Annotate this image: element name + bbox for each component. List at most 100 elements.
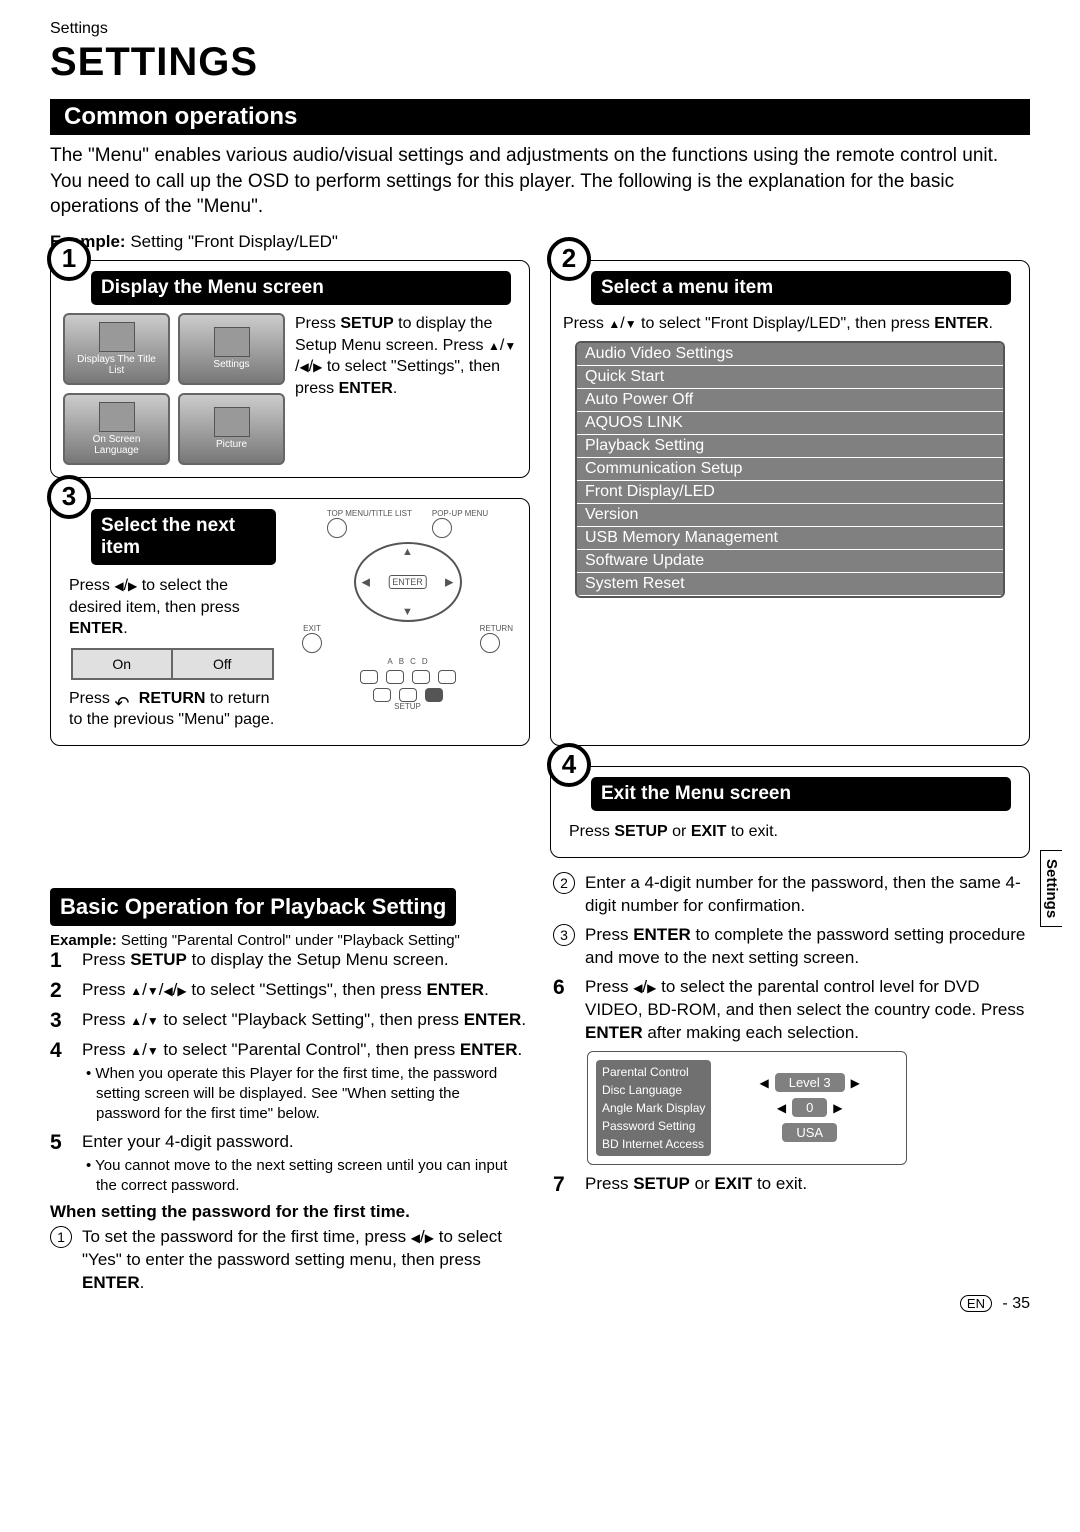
basic-operation-title: Basic Operation for Playback Setting	[50, 888, 456, 926]
page-title: SETTINGS	[50, 40, 1030, 85]
step-4-number: 4	[547, 743, 591, 787]
step-1-instruction: Press SETUP to display the Setup Menu sc…	[295, 313, 517, 465]
btn-row2-1[interactable]	[373, 688, 391, 702]
step-2-title: Select a menu item	[591, 271, 1011, 305]
parental-control-panel: Parental ControlDisc LanguageAngle Mark …	[587, 1051, 907, 1165]
side-tab-settings: Settings	[1040, 850, 1062, 927]
menu-icon-picture[interactable]: Picture	[178, 393, 285, 465]
settings-list-item[interactable]: Quick Start	[577, 366, 1003, 389]
parental-num-row[interactable]: 0	[777, 1098, 843, 1117]
step-3-instr-2: Press RETURN to return to the previous "…	[63, 686, 282, 733]
when-first-time-heading: When setting the password for the first …	[50, 1202, 527, 1222]
example-line: Example: Setting "Front Display/LED"	[50, 232, 1030, 252]
basic-example-label: Example:	[50, 932, 117, 949]
parental-menu-item[interactable]: Parental Control	[602, 1063, 705, 1081]
remote-label-a: A	[387, 657, 392, 666]
settings-list-item[interactable]: Communication Setup	[577, 458, 1003, 481]
btn-return[interactable]	[480, 633, 500, 653]
step-2-instruction: Press / to select "Front Display/LED", t…	[563, 313, 1017, 335]
basic-step-3: 3 Press / to select "Playback Setting", …	[50, 1009, 527, 1033]
settings-list-item[interactable]: System Reset	[577, 573, 1003, 596]
settings-list-item[interactable]: Audio Video Settings	[577, 343, 1003, 366]
menu-icon-title-list[interactable]: Displays The Title List	[63, 313, 170, 385]
level-right-icon	[851, 1075, 860, 1090]
intro-text: The "Menu" enables various audio/visual …	[50, 143, 1030, 220]
remote-label-c: C	[410, 657, 416, 666]
on-option[interactable]: On	[71, 648, 173, 680]
btn-exit[interactable]	[302, 633, 322, 653]
step-1-box: 1 Display the Menu screen Displays The T…	[50, 260, 530, 478]
btn-color-d[interactable]	[438, 670, 456, 684]
icon-cap-a: Displays The Title List	[69, 354, 164, 376]
menu-icon-settings[interactable]: Settings	[178, 313, 285, 385]
btn-popup-menu[interactable]	[432, 518, 452, 538]
parental-level-value: Level 3	[775, 1073, 845, 1092]
basic-example-line: Example: Setting "Parental Control" unde…	[50, 932, 527, 949]
remote-dpad[interactable]: ▲ ▼ ◀ ▶ ENTER	[354, 542, 462, 622]
icon-cap-d: Picture	[216, 439, 247, 450]
basic-step-4: 4 Press / to select "Parental Control", …	[50, 1039, 527, 1125]
basic-step-5: 5 Enter your 4-digit password. You canno…	[50, 1131, 527, 1196]
remote-diagram: TOP MENU/TITLE LIST POP-UP MENU ▲ ▼ ◀ ▶ …	[298, 509, 517, 733]
basic-step-6: 6 Press / to select the parental control…	[553, 976, 1030, 1045]
basic-step-1: 1 Press SETUP to display the Setup Menu …	[50, 949, 527, 973]
menu-icon-language[interactable]: On Screen Language	[63, 393, 170, 465]
settings-list-item[interactable]: Software Update	[577, 550, 1003, 573]
dpad-up-icon: ▲	[402, 546, 413, 558]
step-3-box: 3 Select the next item Press / to select…	[50, 498, 530, 746]
icon-cap-b: Settings	[213, 359, 249, 370]
settings-list-item[interactable]: USB Memory Management	[577, 527, 1003, 550]
basic-step-5-note: You cannot move to the next setting scre…	[82, 1156, 527, 1197]
settings-list-item[interactable]: Version	[577, 504, 1003, 527]
num-right-icon	[833, 1100, 842, 1115]
example-text: Setting "Front Display/LED"	[126, 232, 338, 251]
btn-color-c[interactable]	[412, 670, 430, 684]
parental-menu-item[interactable]: Angle Mark Display	[602, 1099, 705, 1117]
step-3-number: 3	[47, 475, 91, 519]
parental-menu-item[interactable]: BD Internet Access	[602, 1135, 705, 1153]
on-off-selector: On Off	[71, 648, 274, 680]
parental-num-value: 0	[792, 1098, 827, 1117]
step-2-number: 2	[547, 237, 591, 281]
parental-country-row[interactable]: USA	[782, 1123, 837, 1142]
remote-label-top-left: TOP MENU/TITLE LIST	[327, 509, 412, 518]
section-common-operations: Common operations	[50, 99, 1030, 135]
settings-list: Audio Video SettingsQuick StartAuto Powe…	[575, 341, 1005, 598]
settings-list-item[interactable]: Auto Power Off	[577, 389, 1003, 412]
steps-grid: 1 Display the Menu screen Displays The T…	[50, 260, 1030, 858]
settings-list-item[interactable]: Front Display/LED	[577, 481, 1003, 504]
btn-color-b[interactable]	[386, 670, 404, 684]
btn-row2-2[interactable]	[399, 688, 417, 702]
remote-label-exit: EXIT	[302, 624, 322, 633]
step-1-icon-grid: Displays The Title List Settings On Scre…	[63, 313, 285, 465]
basic-substep-3: 3 Press ENTER to complete the password s…	[553, 924, 1030, 970]
btn-color-a[interactable]	[360, 670, 378, 684]
basic-substep-1: 1 To set the password for the first time…	[50, 1226, 527, 1295]
parental-menu-item[interactable]: Password Setting	[602, 1117, 705, 1135]
step-3-title: Select the next item	[91, 509, 276, 565]
btn-setup[interactable]	[425, 688, 443, 702]
basic-step-2: 2 Press /// to select "Settings", then p…	[50, 979, 527, 1003]
step-3-instr-1: Press / to select the desired item, then…	[63, 573, 282, 642]
off-option[interactable]: Off	[173, 648, 275, 680]
btn-top-menu[interactable]	[327, 518, 347, 538]
step-1-title: Display the Menu screen	[91, 271, 511, 305]
parental-menu-item[interactable]: Disc Language	[602, 1081, 705, 1099]
return-icon	[114, 691, 134, 707]
dpad-right-icon: ▶	[445, 575, 453, 588]
remote-label-top-right: POP-UP MENU	[432, 509, 488, 518]
step-4-box: 4 Exit the Menu screen Press SETUP or EX…	[550, 766, 1030, 858]
parental-country-value: USA	[782, 1123, 837, 1142]
page-lang-badge: EN	[960, 1295, 992, 1312]
dpad-down-icon: ▼	[402, 606, 413, 618]
basic-step-7: 7 Press SETUP or EXIT to exit.	[553, 1173, 1030, 1197]
basic-step-4-note: When you operate this Player for the fir…	[82, 1064, 527, 1125]
parental-level-row[interactable]: Level 3	[759, 1073, 859, 1092]
step-4-title: Exit the Menu screen	[591, 777, 1011, 811]
remote-label-setup: SETUP	[394, 702, 421, 711]
settings-list-item[interactable]: AQUOS LINK	[577, 412, 1003, 435]
step-2-box: 2 Select a menu item Press / to select "…	[550, 260, 1030, 746]
settings-list-item[interactable]: Playback Setting	[577, 435, 1003, 458]
num-left-icon	[777, 1100, 786, 1115]
parental-menu-list: Parental ControlDisc LanguageAngle Mark …	[596, 1060, 711, 1156]
